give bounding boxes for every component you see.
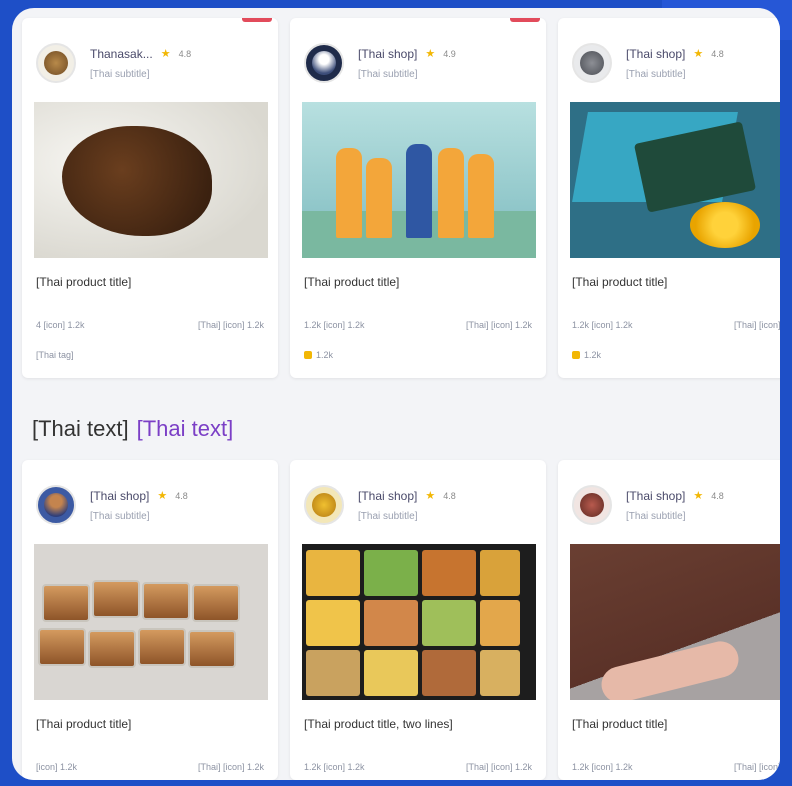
tag-label: 1.2k [316, 350, 334, 360]
product-title[interactable]: [Thai product title] [558, 700, 780, 750]
right-stat: [Thai] [icon] 1.2k [197, 762, 264, 772]
product-title[interactable]: [Thai product title] [22, 258, 278, 308]
rating: 4.8 [711, 490, 724, 501]
shop-subtitle: [Thai subtitle] [626, 510, 686, 522]
product-grid-bottom: [Thai shop] ★ 4.8 [Thai subtitle] [Thai … [22, 460, 780, 780]
product-title[interactable]: [Thai product title] [558, 258, 780, 308]
product-card[interactable]: [Thai shop] ★ 4.8 [Thai subtitle] [Thai … [290, 460, 546, 780]
rating: 4.8 [175, 490, 188, 501]
section-prefix: [Thai text] [32, 416, 129, 441]
product-card[interactable]: Thanasak... ★ 4.8 [Thai subtitle] [Thai … [22, 18, 278, 378]
shop-name[interactable]: [Thai shop] [90, 489, 149, 503]
card-header: [Thai shop] ★ 4.9 [Thai subtitle] [290, 18, 546, 90]
star-icon: ★ [425, 48, 436, 60]
card-stats: 1.2k [icon] 1.2k [Thai] [icon] 1.2k [558, 750, 780, 772]
shop-name[interactable]: [Thai shop] [626, 489, 685, 503]
shop-subtitle: [Thai subtitle] [358, 510, 418, 522]
left-stat: 1.2k [icon] 1.2k [572, 320, 633, 330]
product-card[interactable]: [Thai shop] ★ 4.8 [Thai subtitle] [Thai … [558, 460, 780, 780]
trays-photo-icon[interactable] [34, 544, 268, 700]
right-stat: [Thai] [icon] 1.2k [733, 762, 780, 772]
star-icon: ★ [693, 48, 704, 60]
product-grid-top: Thanasak... ★ 4.8 [Thai subtitle] [Thai … [22, 18, 780, 378]
leaf-avatar-icon[interactable] [36, 43, 76, 83]
right-stat: [Thai] [icon] 1.2k [733, 320, 780, 330]
shop-subtitle: [Thai subtitle] [358, 68, 418, 80]
product-title[interactable]: [Thai product title] [290, 258, 546, 308]
rating: 4.9 [443, 48, 456, 59]
shop-name[interactable]: [Thai shop] [626, 47, 685, 61]
star-icon: ★ [425, 490, 436, 502]
card-header: [Thai shop] ★ 4.8 [Thai subtitle] [558, 18, 780, 90]
card-header: [Thai shop] ★ 4.8 [Thai subtitle] [22, 460, 278, 532]
person-avatar-icon[interactable] [36, 485, 76, 525]
hand-photo-icon[interactable] [570, 544, 780, 700]
card-tag: 1.2k [558, 330, 780, 360]
food-avatar-icon[interactable] [304, 485, 344, 525]
rating: 4.8 [711, 48, 724, 59]
left-stat: 1.2k [icon] 1.2k [304, 320, 365, 330]
product-card[interactable]: [Thai shop] ★ 4.8 [Thai subtitle] [Thai … [558, 18, 780, 378]
product-card[interactable]: [Thai shop] ★ 4.8 [Thai subtitle] [Thai … [22, 460, 278, 780]
badge-bar [510, 18, 540, 22]
shop-subtitle: [Thai subtitle] [626, 68, 686, 80]
emblem-avatar-icon[interactable] [572, 43, 612, 83]
section-highlight[interactable]: [Thai text] [137, 416, 234, 442]
tag-label: 1.2k [584, 350, 602, 360]
shop-subtitle: [Thai subtitle] [90, 510, 150, 522]
card-stats: 1.2k [icon] 1.2k [Thai] [icon] 1.2k [558, 308, 780, 330]
right-stat: [Thai] [icon] 1.2k [197, 320, 264, 330]
rating: 4.8 [443, 490, 456, 501]
star-icon: ★ [160, 48, 171, 60]
badge-bar [242, 18, 272, 22]
shop-subtitle: [Thai subtitle] [90, 68, 150, 80]
right-stat: [Thai] [icon] 1.2k [465, 762, 532, 772]
card-stats: 1.2k [icon] 1.2k [Thai] [icon] 1.2k [290, 308, 546, 330]
section-heading: [Thai text] [Thai text] [32, 416, 233, 442]
food-avatar-icon[interactable] [572, 485, 612, 525]
soil-photo-icon[interactable] [34, 102, 268, 258]
gift-box-photo-icon[interactable] [570, 102, 780, 258]
tag-dot-icon [304, 351, 312, 359]
left-stat: [icon] 1.2k [36, 762, 78, 772]
left-stat: 1.2k [icon] 1.2k [304, 762, 365, 772]
shop-name[interactable]: [Thai shop] [358, 47, 417, 61]
right-stat: [Thai] [icon] 1.2k [465, 320, 532, 330]
group-photo-icon[interactable] [302, 102, 536, 258]
card-header: Thanasak... ★ 4.8 [Thai subtitle] [22, 18, 278, 90]
card-tag: 1.2k [290, 330, 546, 360]
shop-name[interactable]: [Thai shop] [358, 489, 417, 503]
product-title[interactable]: [Thai product title, two lines] [290, 700, 546, 750]
tag-dot-icon [572, 351, 580, 359]
rating: 4.8 [178, 48, 192, 59]
person-avatar-icon[interactable] [304, 43, 344, 83]
card-stats: 4 [icon] 1.2k [Thai] [icon] 1.2k [22, 308, 278, 330]
left-stat: 4 [icon] 1.2k [36, 320, 85, 330]
product-title[interactable]: [Thai product title] [22, 700, 278, 750]
product-card[interactable]: [Thai shop] ★ 4.9 [Thai subtitle] [Thai … [290, 18, 546, 378]
tag-label: [Thai tag] [36, 350, 74, 360]
card-header: [Thai shop] ★ 4.8 [Thai subtitle] [290, 460, 546, 532]
card-header: [Thai shop] ★ 4.8 [Thai subtitle] [558, 460, 780, 532]
content-panel: Thanasak... ★ 4.8 [Thai subtitle] [Thai … [12, 8, 780, 780]
bento-photo-icon[interactable] [302, 544, 536, 700]
star-icon: ★ [157, 490, 168, 502]
left-stat: 1.2k [icon] 1.2k [572, 762, 633, 772]
card-stats: [icon] 1.2k [Thai] [icon] 1.2k [22, 750, 278, 772]
card-tag: [Thai tag] [22, 330, 278, 360]
shop-name[interactable]: Thanasak... [90, 47, 153, 61]
card-stats: 1.2k [icon] 1.2k [Thai] [icon] 1.2k [290, 750, 546, 772]
star-icon: ★ [693, 490, 704, 502]
